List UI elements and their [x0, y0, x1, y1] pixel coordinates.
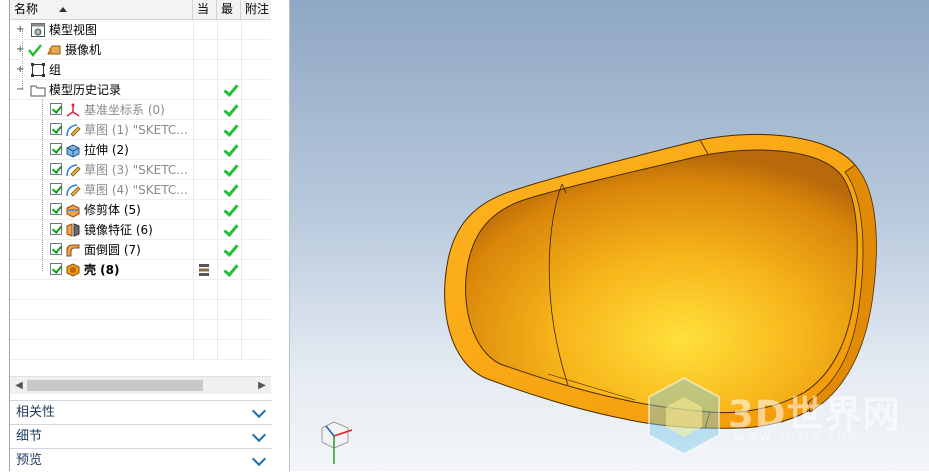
- expand-plus-icon[interactable]: +: [16, 25, 24, 35]
- expand-plus-icon[interactable]: +: [16, 65, 24, 75]
- tree-node-label: 模型历史记录: [49, 83, 122, 97]
- trim-body-icon: [66, 204, 80, 218]
- tree-node-feature[interactable]: 草图 (1) "SKETC...: [10, 120, 271, 140]
- resource-bar-edge: [0, 0, 10, 471]
- tree-node-label: 面倒圆 (7): [84, 243, 141, 257]
- latest-check-icon: [223, 222, 237, 236]
- panel-label: 相关性: [16, 405, 56, 420]
- panel-details[interactable]: 细节: [10, 424, 272, 448]
- latest-check-icon: [223, 242, 237, 256]
- chevron-down-icon[interactable]: [251, 427, 267, 443]
- folder-icon: [30, 85, 46, 97]
- sketch-icon: [66, 164, 81, 177]
- shell-icon: [66, 263, 80, 277]
- tree-node-feature[interactable]: 修剪体 (5): [10, 200, 271, 220]
- watermark-url: WWW.3DSJW.COM: [734, 431, 860, 444]
- panel-dependencies[interactable]: 相关性: [10, 400, 272, 424]
- watermark-cube-logo: [648, 376, 720, 456]
- feature-checkbox[interactable]: [50, 163, 62, 175]
- graphics-viewport[interactable]: 3D世界网 WWW.3DSJW.COM: [290, 0, 929, 471]
- empty-row: [10, 300, 271, 320]
- tree-node-label: 草图 (3) "SKETC...: [84, 163, 188, 177]
- tree-node-label: 草图 (1) "SKETC...: [84, 123, 188, 137]
- feature-checkbox[interactable]: [50, 243, 62, 255]
- latest-check-icon: [223, 122, 237, 136]
- tree-node-label: 壳 (8): [84, 263, 120, 277]
- panel-label: 细节: [16, 429, 43, 444]
- mirror-feature-icon: [66, 223, 80, 237]
- feature-checkbox[interactable]: [50, 223, 62, 235]
- tree-node-label: 拉伸 (2): [84, 143, 129, 157]
- latest-check-icon: [223, 182, 237, 196]
- column-current-header[interactable]: 当: [193, 0, 217, 19]
- latest-check-icon: [223, 82, 237, 96]
- tree-node-feature[interactable]: 拉伸 (2): [10, 140, 271, 160]
- tree-node-label: 修剪体 (5): [84, 203, 141, 217]
- feature-checkbox[interactable]: [50, 263, 62, 275]
- feature-checkbox[interactable]: [50, 203, 62, 215]
- tree-node-group[interactable]: + 组: [10, 60, 271, 80]
- tree-node-model-history[interactable]: − 模型历史记录: [10, 80, 271, 100]
- feature-checkbox[interactable]: [50, 183, 62, 195]
- feature-checkbox[interactable]: [50, 123, 62, 135]
- chevron-down-icon[interactable]: [251, 403, 267, 419]
- sort-ascending-icon: [59, 7, 67, 12]
- extrude-icon: [66, 144, 80, 158]
- tree-node-camera[interactable]: + 摄像机: [10, 40, 271, 60]
- chevron-down-icon[interactable]: [251, 451, 267, 467]
- empty-row: [10, 280, 271, 300]
- tree-node-label: 基准坐标系 (0): [84, 103, 165, 117]
- tree-node-feature[interactable]: 草图 (3) "SKETC...: [10, 160, 271, 180]
- latest-check-icon: [223, 262, 237, 276]
- watermark-text: 3D世界网: [728, 393, 901, 436]
- column-name-header[interactable]: 名称: [10, 0, 193, 19]
- latest-check-icon: [223, 142, 237, 156]
- current-feature-icon: [199, 264, 209, 276]
- expand-plus-icon[interactable]: +: [16, 45, 24, 55]
- sketch-icon: [66, 124, 81, 137]
- tree-node-label: 组: [49, 63, 62, 77]
- tree-node-label: 草图 (4) "SKETC...: [84, 183, 188, 197]
- feature-checkbox[interactable]: [50, 143, 62, 155]
- latest-check-icon: [223, 162, 237, 176]
- tree-node-feature[interactable]: 镜像特征 (6): [10, 220, 271, 240]
- feature-checkbox[interactable]: [50, 103, 62, 115]
- latest-check-icon: [223, 102, 237, 116]
- empty-row: [10, 340, 271, 360]
- empty-row: [10, 320, 271, 340]
- tree-node-label: 模型视图: [49, 23, 98, 37]
- tree-node-feature-current[interactable]: 壳 (8): [10, 260, 271, 280]
- camera-icon: [47, 45, 61, 55]
- horizontal-scrollbar[interactable]: ◀ ▶: [10, 376, 271, 394]
- view-triad-icon: [321, 421, 353, 464]
- scroll-right-icon[interactable]: ▶: [255, 377, 269, 394]
- tree-node-feature[interactable]: 面倒圆 (7): [10, 240, 271, 260]
- scrollbar-thumb[interactable]: [27, 380, 203, 391]
- tree-node-feature[interactable]: 草图 (4) "SKETC...: [10, 180, 271, 200]
- group-icon: [31, 63, 45, 77]
- panel-label: 预览: [16, 453, 43, 468]
- column-header: 名称 当 最 附注: [10, 0, 271, 20]
- column-name-label: 名称: [14, 2, 39, 16]
- latest-check-icon: [223, 202, 237, 216]
- navigator-side-gap: [271, 0, 289, 396]
- column-note-header[interactable]: 附注: [241, 0, 271, 19]
- tree-node-label: 摄像机: [65, 43, 102, 57]
- tree-node-label: 镜像特征 (6): [84, 223, 153, 237]
- tree-node-model-view[interactable]: + 模型视图: [10, 20, 271, 40]
- sketch-icon: [66, 184, 81, 197]
- datum-csys-icon: [66, 103, 80, 117]
- tree-node-feature[interactable]: 基准坐标系 (0): [10, 100, 271, 120]
- navigator-tree: 名称 当 最 附注 + 模型视图 + 摄像机 + 组 − 模型历史记录 基准坐标…: [10, 0, 271, 396]
- scroll-left-icon[interactable]: ◀: [12, 377, 26, 394]
- collapse-minus-icon[interactable]: −: [16, 85, 24, 95]
- panel-preview[interactable]: 预览: [10, 448, 272, 472]
- part-navigator: 名称 当 最 附注 + 模型视图 + 摄像机 + 组 − 模型历史记录 基准坐标…: [0, 0, 290, 472]
- check-icon: [28, 44, 42, 58]
- model-view-icon: [31, 23, 45, 37]
- face-blend-icon: [66, 244, 80, 257]
- column-latest-header[interactable]: 最: [217, 0, 241, 19]
